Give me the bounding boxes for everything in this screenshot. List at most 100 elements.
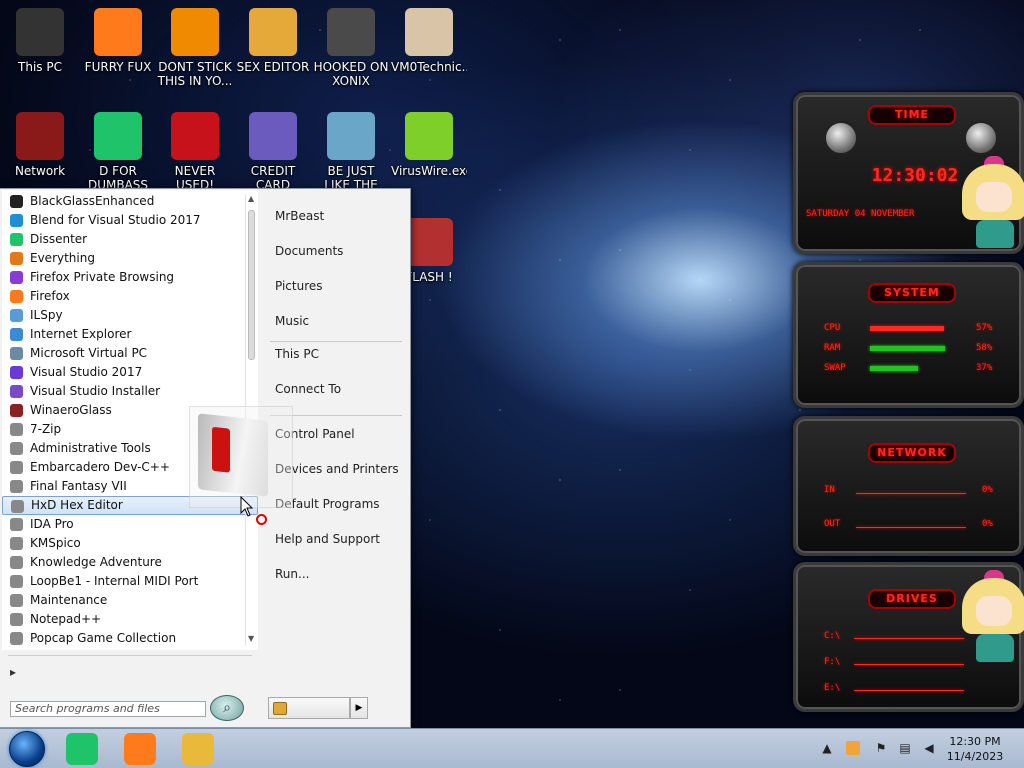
- volume-icon[interactable]: ◀: [922, 741, 936, 755]
- scroll-down-icon[interactable]: ▼: [248, 634, 254, 643]
- program-item[interactable]: Popcap Game Collection: [2, 629, 258, 648]
- program-icon: [10, 556, 23, 569]
- desktop-icon[interactable]: D FOR DUMBASS: [80, 112, 156, 192]
- program-icon: [10, 328, 23, 341]
- desktop-icon-label: This PC: [18, 60, 62, 74]
- drive-row-bar: [854, 690, 964, 691]
- desktop-icon[interactable]: This PC: [2, 8, 78, 74]
- program-item[interactable]: Visual Studio 2017: [2, 363, 258, 382]
- desktop-icon-label: FURRY FUX: [84, 60, 152, 74]
- program-label: Dissenter: [30, 232, 88, 246]
- desktop-icon[interactable]: Network: [2, 112, 78, 178]
- start-menu-link[interactable]: This PC: [275, 347, 319, 361]
- show-hidden-icons-icon[interactable]: ▲: [820, 741, 834, 755]
- program-label: Blend for Visual Studio 2017: [30, 213, 201, 227]
- desktop-icon[interactable]: VM0Technic...: [391, 8, 467, 74]
- desktop-icon[interactable]: BE JUST LIKE THE DUDE!: [313, 112, 389, 192]
- start-menu-link[interactable]: Music: [275, 314, 309, 328]
- program-item[interactable]: BlackGlassEnhanced: [2, 192, 258, 211]
- start-menu-link[interactable]: MrBeast: [275, 209, 324, 223]
- program-item[interactable]: Firefox Private Browsing: [2, 268, 258, 287]
- desktop-icon[interactable]: FURRY FUX: [80, 8, 156, 74]
- program-item[interactable]: Notepad++: [2, 610, 258, 629]
- shutdown-button[interactable]: [268, 697, 350, 719]
- system-row-value: 57%: [976, 323, 993, 333]
- desktop-icon[interactable]: HOOKED ON XONIX: [313, 8, 389, 88]
- program-item[interactable]: LoopBe1 - Internal MIDI Port: [2, 572, 258, 591]
- scroll-thumb[interactable]: [248, 210, 255, 360]
- program-item[interactable]: Internet Explorer: [2, 325, 258, 344]
- action-center-flag-icon[interactable]: ⚑: [874, 741, 888, 755]
- desktop-icon[interactable]: VirusWire.exe: [391, 112, 467, 178]
- program-item[interactable]: Everything: [2, 249, 258, 268]
- start-menu-link[interactable]: Help and Support: [275, 532, 380, 546]
- program-label: Firefox: [30, 289, 70, 303]
- program-item[interactable]: Knowledge Adventure: [2, 553, 258, 572]
- system-row-bar: [870, 366, 918, 371]
- desktop-icon[interactable]: SEX EDITOR: [235, 8, 311, 74]
- program-item[interactable]: Maintenance: [2, 591, 258, 610]
- program-icon: [10, 290, 23, 303]
- star-butterfly-sticker: [962, 570, 1024, 662]
- start-menu-link[interactable]: Devices and Printers: [275, 462, 399, 476]
- network-row-value: 0%: [982, 519, 993, 529]
- start-menu-link[interactable]: Run...: [275, 567, 309, 581]
- program-item[interactable]: ILSpy: [2, 306, 258, 325]
- program-item[interactable]: Firefox: [2, 287, 258, 306]
- time-gadget-clock: 12:30:02: [871, 165, 959, 186]
- shutdown-options-arrow-icon[interactable]: ▶: [350, 697, 368, 719]
- desktop-icon-label: SEX EDITOR: [236, 60, 310, 74]
- program-label: WinaeroGlass: [30, 403, 112, 417]
- taskbar-clock[interactable]: 12:30 PM 11/4/2023: [940, 734, 1010, 764]
- file-explorer-icon[interactable]: [182, 733, 214, 765]
- firefox-icon: [94, 8, 142, 56]
- program-icon: [10, 252, 23, 265]
- system-row-label: SWAP: [824, 363, 846, 373]
- drives-gadget-header: DRIVES: [868, 589, 956, 609]
- shutdown-icon: [273, 702, 287, 715]
- dissenter-icon[interactable]: [66, 733, 98, 765]
- all-programs-button[interactable]: ▸: [10, 665, 16, 679]
- network-gadget[interactable]: NETWORK IN 0% OUT 0%: [793, 416, 1024, 556]
- program-item[interactable]: Microsoft Virtual PC: [2, 344, 258, 363]
- start-menu-link[interactable]: Connect To: [275, 382, 341, 396]
- network-row-value: 0%: [982, 485, 993, 495]
- program-icon: [10, 613, 23, 626]
- clock-date: 11/4/2023: [946, 750, 1004, 763]
- network-row-label: IN: [824, 485, 835, 495]
- desktop-icon[interactable]: DONT STICK THIS IN YO...: [157, 8, 233, 88]
- system-row-label: CPU: [824, 323, 841, 333]
- search-icon[interactable]: ⌕: [210, 695, 244, 721]
- program-label: Visual Studio 2017: [30, 365, 143, 379]
- program-item[interactable]: Blend for Visual Studio 2017: [2, 211, 258, 230]
- firefox-icon[interactable]: [124, 733, 156, 765]
- desktop-icon[interactable]: NEVER USED!: [157, 112, 233, 192]
- program-item[interactable]: Dissenter: [2, 230, 258, 249]
- scroll-up-icon[interactable]: ▲: [248, 194, 254, 203]
- santa-icon: [327, 112, 375, 160]
- divider: [8, 655, 252, 656]
- desktop-icon[interactable]: CREDIT CARD CHECKER: [235, 112, 311, 192]
- start-menu-link[interactable]: Documents: [275, 244, 343, 258]
- drive-row-label: F:\: [824, 657, 841, 667]
- program-icon: [10, 347, 23, 360]
- clock-time: 12:30 PM: [949, 735, 1001, 748]
- program-icon: [10, 271, 23, 284]
- system-gadget[interactable]: SYSTEM CPU 57% RAM 58% SWAP 37%: [793, 262, 1024, 408]
- hxd-icon: [249, 8, 297, 56]
- program-item[interactable]: Visual Studio Installer: [2, 382, 258, 401]
- program-label: Final Fantasy VII: [30, 479, 127, 493]
- program-label: Popcap Game Collection: [30, 631, 177, 645]
- program-label: Microsoft Virtual PC: [30, 346, 148, 360]
- program-item[interactable]: KMSpico: [2, 534, 258, 553]
- search-input[interactable]: Search programs and files: [10, 701, 206, 717]
- program-item[interactable]: IDA Pro: [2, 515, 258, 534]
- program-icon: [10, 518, 23, 531]
- start-button[interactable]: [9, 731, 45, 767]
- network-icon[interactable]: ▤: [898, 741, 912, 755]
- tray-app-icon[interactable]: [846, 741, 860, 755]
- program-icon: [10, 537, 23, 550]
- start-menu-link[interactable]: Pictures: [275, 279, 323, 293]
- program-label: LoopBe1 - Internal MIDI Port: [30, 574, 199, 588]
- program-icon: [10, 632, 23, 645]
